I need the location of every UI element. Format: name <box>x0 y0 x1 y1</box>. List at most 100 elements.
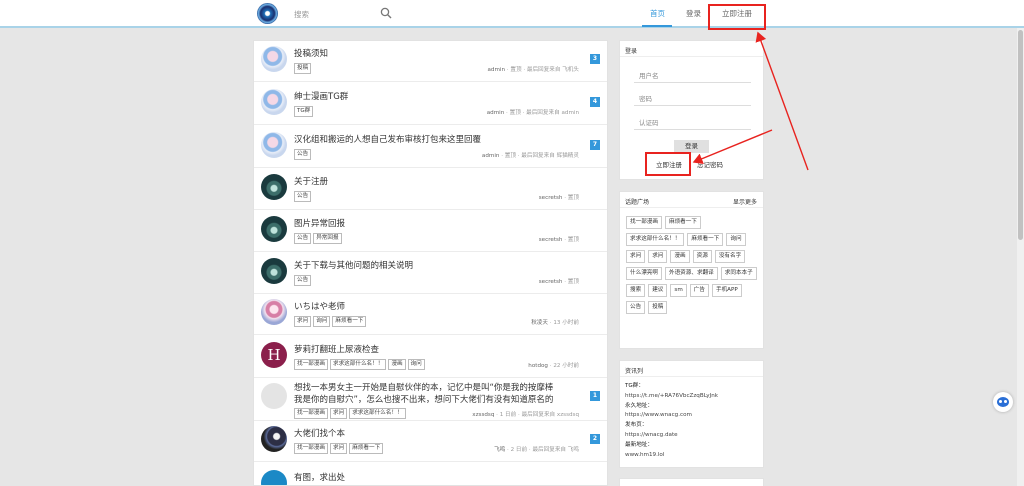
topic-square-tag[interactable]: 麻烦看一下 <box>664 216 701 229</box>
topic-square-tag[interactable]: 求求这部什么名！！ <box>626 233 685 246</box>
resource-link[interactable]: https://wnacg.date <box>625 431 758 441</box>
topic-tag[interactable]: 麻烦看一下 <box>332 316 367 327</box>
topic-title[interactable]: 关于注册 <box>294 175 328 187</box>
topic-tag[interactable]: 公告 <box>294 191 312 202</box>
resource-link[interactable]: https://t.me/+RA76VbcZzqBLyJnk <box>625 392 758 402</box>
topic-square-tag[interactable]: 求问 <box>626 250 646 263</box>
topic-square-tag[interactable]: 搜索 <box>626 284 646 297</box>
topic-title[interactable]: 萝莉打翻班上尿液检查 <box>294 343 379 355</box>
user-avatar[interactable]: H <box>261 342 287 368</box>
topic-author[interactable]: secretsh <box>539 237 563 243</box>
user-avatar[interactable] <box>261 216 287 242</box>
topic-author[interactable]: admin <box>482 153 500 159</box>
scrollbar-thumb[interactable] <box>1018 30 1023 240</box>
topic-tag[interactable]: 公告 <box>294 149 312 160</box>
user-avatar[interactable] <box>261 258 287 284</box>
topic-author[interactable]: admin <box>487 110 505 116</box>
topic-square-tag[interactable]: 找一部漫画 <box>626 216 662 229</box>
chat-widget-button[interactable] <box>993 392 1013 412</box>
topic-tag[interactable]: 异常回报 <box>313 233 342 244</box>
topic-author[interactable]: hotdog <box>528 363 548 369</box>
topic-square-tag[interactable]: 求问 <box>648 250 668 263</box>
topic-row[interactable]: 关于注册 公告 secretsh · 置顶 <box>254 169 607 210</box>
topic-author[interactable]: 秋凌天 <box>531 320 548 326</box>
topic-tag[interactable]: 求求这部什么名！！ <box>329 359 387 370</box>
nav-login[interactable]: 登录 <box>686 8 701 19</box>
captcha-field[interactable]: 认证码 <box>634 112 751 130</box>
topic-title[interactable]: 绅士漫画TG群 <box>294 90 348 102</box>
topic-tag[interactable]: 找一部漫画 <box>294 408 328 419</box>
topic-author[interactable]: secretsh <box>539 279 563 285</box>
topic-meta-text: · 22 小时前 <box>547 363 579 369</box>
search-input[interactable]: 搜索 <box>294 9 309 20</box>
topic-title[interactable]: 想找一本男女主一开始是自慰伙伴的本，记忆中是叫“你是我的按摩棒我是你的自慰穴”，… <box>294 382 559 406</box>
topic-square-tag[interactable]: 公告 <box>626 301 646 314</box>
topic-author[interactable]: xzssdsq <box>472 412 494 418</box>
topic-title[interactable]: 关于下载与其他问题的相关说明 <box>294 259 413 271</box>
topic-square-tag[interactable]: 什么漂亮啊 <box>626 267 662 280</box>
user-avatar[interactable] <box>261 383 287 409</box>
topic-square-tag[interactable]: 投稿 <box>648 301 668 314</box>
topic-square-tag[interactable]: 广告 <box>689 284 709 297</box>
topic-square-tag[interactable]: 没有名字 <box>714 250 746 263</box>
topic-row[interactable]: 有图，求出处 <box>254 465 607 485</box>
topic-row[interactable]: 关于下载与其他问题的相关说明 公告 secretsh · 置顶 <box>254 253 607 294</box>
topic-row[interactable]: いちはや老师 求问 询问 麻烦看一下 秋凌天 · 13 小时前 <box>254 294 607 335</box>
user-avatar[interactable] <box>261 132 287 158</box>
topic-row[interactable]: 汉化组和搬运的人想自己发布审核打包来这里回覆 公告 admin · 置顶 · 最后回… <box>254 127 607 168</box>
topic-row[interactable]: 绅士漫画TG群 TG群 admin · 置顶 · 最后回复来自 admin 4 <box>254 84 607 125</box>
topic-tag[interactable]: 漫画 <box>388 359 406 370</box>
user-avatar[interactable] <box>261 174 287 200</box>
topic-tag[interactable]: 公告 <box>294 233 312 244</box>
topic-title[interactable]: いちはや老师 <box>294 300 345 312</box>
topic-tag[interactable]: TG群 <box>294 106 314 117</box>
topic-row[interactable]: 大佬们找个本 找一部漫画 求问 麻烦看一下 飞鸣 · 2 日前 · 最后回复来自 飞鸣 2 <box>254 421 607 462</box>
topic-square-tag[interactable]: 求同本本子 <box>720 267 757 280</box>
topic-square-tag[interactable]: 询问 <box>726 233 746 246</box>
topic-tag[interactable]: 求问 <box>329 408 348 419</box>
topic-row[interactable]: H 萝莉打翻班上尿液检查 找一部漫画 求求这部什么名！！ 漫画 询问 hotdog · 22… <box>254 337 607 378</box>
topic-title[interactable]: 投稿须知 <box>294 47 328 59</box>
username-field[interactable]: 用户名 <box>634 65 751 83</box>
topic-tag[interactable]: 询问 <box>407 359 425 370</box>
search-icon[interactable] <box>380 7 392 19</box>
topic-author[interactable]: admin <box>487 67 505 73</box>
topic-tag[interactable]: 找一部漫画 <box>294 443 328 454</box>
topic-row[interactable]: 图片异常回报 公告 异常回报 secretsh · 置顶 <box>254 211 607 252</box>
topic-tag[interactable]: 麻烦看一下 <box>349 443 384 454</box>
topic-tag[interactable]: 求问 <box>294 316 312 327</box>
topic-row[interactable]: 想找一本男女主一开始是自慰伙伴的本，记忆中是叫“你是我的按摩棒我是你的自慰穴”，… <box>254 378 607 421</box>
topic-tag[interactable]: 求求这部什么名！！ <box>349 408 406 419</box>
topic-square-tag[interactable]: 手机APP <box>711 284 742 297</box>
topic-title[interactable]: 图片异常回报 <box>294 217 345 229</box>
topic-row[interactable]: 投稿须知 投稿 admin · 置顶 · 最后回复来自 飞机头 3 <box>254 41 607 82</box>
topic-title[interactable]: 汉化组和搬运的人想自己发布审核打包来这里回覆 <box>294 133 481 145</box>
user-avatar[interactable] <box>261 299 287 325</box>
topic-square-tag[interactable]: 漫画 <box>670 250 690 263</box>
topic-author[interactable]: 飞鸣 <box>494 447 505 453</box>
topic-tag[interactable]: 找一部漫画 <box>294 359 328 370</box>
topic-square-tag[interactable]: 资源 <box>692 250 712 263</box>
password-field[interactable]: 密码 <box>634 88 751 106</box>
topic-tag[interactable]: 公告 <box>294 275 312 286</box>
user-avatar[interactable] <box>261 46 287 72</box>
show-more-link[interactable]: 显示更多 <box>733 197 757 206</box>
topic-square-tag[interactable]: sm <box>670 284 687 297</box>
topic-square-tag[interactable]: 建议 <box>648 284 668 297</box>
user-avatar[interactable] <box>261 426 287 452</box>
topic-tag[interactable]: 投稿 <box>294 63 312 74</box>
nav-home[interactable]: 首页 <box>650 8 665 19</box>
site-logo[interactable] <box>257 3 278 24</box>
topic-tag[interactable]: 求问 <box>329 443 348 454</box>
topic-tag[interactable]: 询问 <box>313 316 331 327</box>
topic-square-tag[interactable]: 外语资源、求翻译 <box>664 267 718 280</box>
topic-author[interactable]: secretsh <box>539 195 563 201</box>
resource-link[interactable]: https://www.wnacg.com <box>625 411 758 421</box>
resource-link[interactable]: www.hm19.lol <box>625 451 758 461</box>
user-avatar[interactable] <box>261 89 287 115</box>
user-avatar[interactable] <box>261 470 287 485</box>
forgot-password-link[interactable]: 忘记密码 <box>697 159 723 169</box>
topic-square-tag[interactable]: 麻烦看一下 <box>687 233 724 246</box>
topic-title[interactable]: 有图，求出处 <box>294 471 345 483</box>
topic-title[interactable]: 大佬们找个本 <box>294 427 345 439</box>
